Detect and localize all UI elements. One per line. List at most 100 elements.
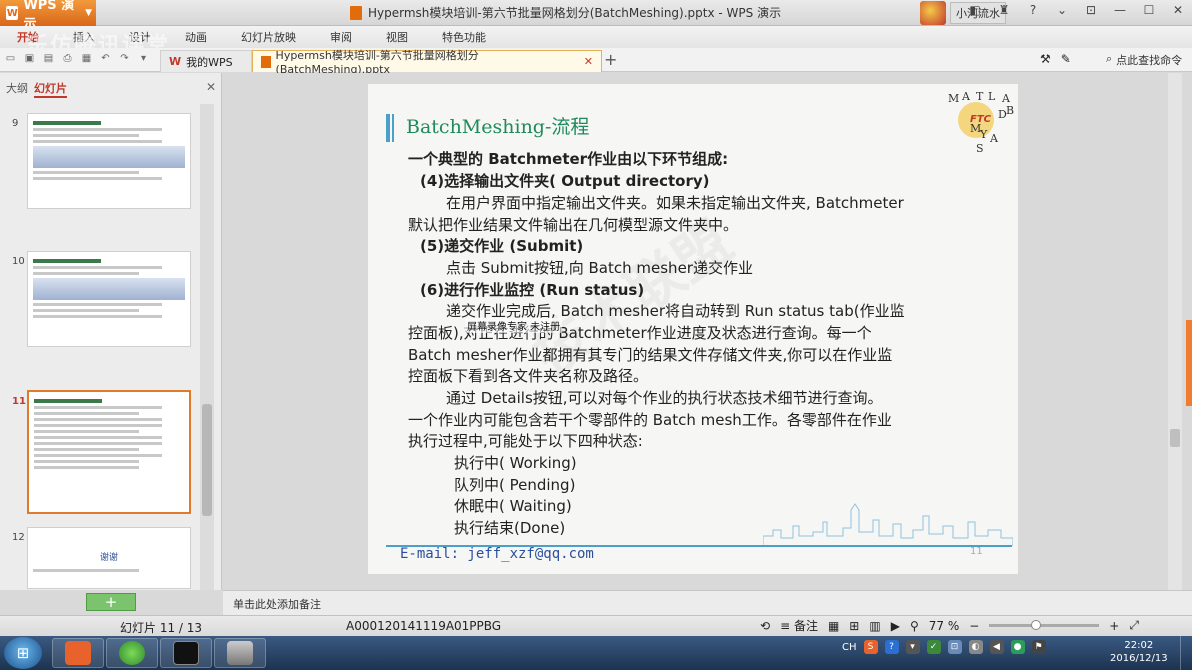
zoom-out-icon[interactable]: − — [969, 619, 979, 633]
chevron-down-icon: ▼ — [85, 8, 92, 18]
zoom-in-icon[interactable]: + — [1109, 619, 1119, 633]
tab-document-label: Hypermsh模块培训-第六节批量网格划分(BatchMeshing).ppt… — [275, 49, 479, 76]
slide-thumbnail-9[interactable] — [27, 113, 191, 209]
slide-thumbnail-12[interactable]: 谢谢 — [27, 527, 191, 589]
taskbar-recorder-app[interactable] — [214, 638, 266, 668]
menu-review[interactable]: 审阅 — [313, 29, 369, 45]
shirt-icon[interactable]: ♜ — [996, 3, 1012, 17]
pen-icon[interactable]: ✎ — [1061, 52, 1071, 66]
flag-icon[interactable]: ⚑ — [1031, 640, 1046, 654]
sorter-view-icon[interactable]: ⊞ — [849, 619, 859, 633]
command-search[interactable]: ⌕ 点此查找命令 — [1106, 52, 1182, 68]
command-search-label: 点此查找命令 — [1116, 54, 1183, 67]
svg-text:D: D — [998, 108, 1007, 121]
system-clock[interactable]: 22:02 2016/12/13 — [1110, 639, 1168, 665]
volume-icon[interactable]: ◀ — [989, 640, 1004, 654]
slide-number: 9 — [12, 118, 19, 129]
close-icon[interactable]: ✕ — [1170, 3, 1186, 17]
show-desktop-button[interactable] — [1180, 636, 1192, 670]
system-tray: CH S ? ▾ ✓ ⊡ ◐ ◀ ● ⚑ — [842, 640, 1046, 654]
new-tab-button[interactable]: + — [604, 50, 617, 69]
menu-home[interactable]: 开始 — [0, 29, 56, 45]
menu-slideshow[interactable]: 幻灯片放映 — [224, 29, 313, 45]
scrollbar-thumb[interactable] — [1170, 429, 1180, 447]
open-folder-icon[interactable]: ▭ — [4, 52, 17, 65]
tray-icon[interactable]: ◐ — [968, 640, 983, 654]
reading-view-icon[interactable]: ▥ — [869, 619, 880, 633]
tab-outline[interactable]: 大纲 — [6, 80, 28, 98]
redo-icon[interactable]: ↷ — [118, 52, 131, 65]
feedback-icon[interactable]: ⊡ — [1083, 3, 1099, 17]
slide-line: 执行中( Working) — [454, 454, 577, 472]
scrollbar-thumb[interactable] — [202, 404, 212, 516]
notes-toggle[interactable]: ≡ 备注 — [780, 617, 818, 634]
browser-icon — [119, 641, 145, 665]
slide-count-status: 幻灯片 11 / 13 — [120, 621, 203, 635]
slide-number: 10 — [12, 256, 25, 267]
start-button[interactable]: ⊞ — [4, 637, 42, 669]
print-icon[interactable]: ⎙ — [61, 52, 74, 65]
menu-insert[interactable]: 插入 — [56, 29, 112, 45]
backup-icon[interactable]: ⟲ — [760, 619, 770, 633]
brush-icon[interactable]: ⚒ — [1040, 52, 1051, 66]
antivirus-tray-icon[interactable]: ✓ — [926, 640, 941, 654]
add-slide-button[interactable]: + — [86, 593, 136, 611]
window-title: Hypermsh模块培训-第六节批量网格划分(BatchMeshing).ppt… — [350, 4, 781, 21]
pdf-icon[interactable]: ▤ — [42, 52, 55, 65]
slide-line: 队列中( Pending) — [454, 476, 576, 494]
close-tab-icon[interactable]: ✕ — [584, 55, 593, 68]
tab-document[interactable]: Hypermsh模块培训-第六节批量网格划分(BatchMeshing).ppt… — [252, 49, 602, 76]
save-icon[interactable]: ▣ — [23, 52, 36, 65]
minimize-icon[interactable]: — — [1112, 3, 1128, 17]
menu-features[interactable]: 特色功能 — [425, 29, 503, 45]
city-skyline-decoration — [763, 503, 1013, 546]
zoom-slider-thumb[interactable] — [1031, 620, 1042, 630]
notes-pane[interactable]: 单击此处添加备注 — [223, 590, 1192, 615]
input-language[interactable]: CH — [842, 642, 857, 653]
taskbar-ie-app[interactable] — [106, 638, 158, 668]
slideshow-icon[interactable]: ▶ — [891, 619, 900, 633]
tab-slides[interactable]: 幻灯片 — [34, 80, 67, 98]
maximize-icon[interactable]: ☐ — [1141, 3, 1157, 17]
location-icon[interactable]: ⚲ — [910, 619, 919, 633]
panel-scrollbar[interactable] — [200, 104, 214, 590]
canvas-scrollbar[interactable] — [1168, 73, 1182, 590]
taskbar-cmd-app[interactable] — [160, 638, 212, 668]
zoom-value[interactable]: 77 % — [929, 619, 960, 633]
slide-line: 点击 Submit按钮,向 Batch mesher递交作业 — [446, 259, 753, 277]
slide-thumbnail-11[interactable] — [27, 390, 191, 514]
panel-tabs: 大纲 幻灯片 — [6, 80, 67, 98]
network-tray-icon[interactable]: ⊡ — [947, 640, 962, 654]
svg-text:M: M — [948, 92, 959, 105]
matlab-dyna-logo: M A T L AB DYMAS FTC — [948, 90, 1014, 155]
slide-thumbnail-10[interactable] — [27, 251, 191, 347]
help-icon[interactable]: ? — [1025, 3, 1041, 17]
zoom-slider[interactable] — [989, 620, 1100, 630]
undo-icon[interactable]: ↶ — [99, 52, 112, 65]
normal-view-icon[interactable]: ▦ — [828, 619, 839, 633]
wps-icon: W — [169, 55, 182, 68]
taskbar-wps-app[interactable] — [52, 638, 104, 668]
menu-design[interactable]: 设计 — [112, 29, 168, 45]
tray-menu-icon[interactable]: ▾ — [905, 640, 920, 654]
svg-text:FTC: FTC — [970, 114, 992, 125]
fit-window-icon[interactable]: ⤢ — [1129, 618, 1139, 633]
help-tray-icon[interactable]: ? — [884, 640, 899, 654]
menu-animation[interactable]: 动画 — [168, 29, 224, 45]
menu-icon[interactable]: ⌄ — [1054, 3, 1070, 17]
preview-icon[interactable]: ▦ — [80, 52, 93, 65]
menu-view[interactable]: 视图 — [369, 29, 425, 45]
avatar[interactable] — [920, 1, 946, 25]
dropdown-icon[interactable]: ▾ — [137, 52, 150, 65]
search-icon: ⌕ — [1106, 52, 1113, 65]
wps-app-menu-button[interactable]: W WPS 演示 ▼ — [0, 0, 96, 32]
side-marker — [1186, 320, 1192, 406]
slide-line: Batch mesher作业都拥有其专门的结果文件存储文件夹,你可以在作业监 — [408, 346, 893, 364]
slide-number: 11 — [12, 396, 26, 407]
wps-tray-icon[interactable]: S — [863, 640, 878, 654]
tray-icon[interactable]: ● — [1010, 640, 1025, 654]
close-panel-icon[interactable]: ✕ — [206, 80, 216, 94]
skin-icon[interactable]: ◧ — [967, 3, 983, 17]
tab-my-wps[interactable]: W 我的WPS — [160, 50, 252, 72]
slide-line: (6)进行作业监控 (Run status) — [420, 281, 645, 299]
